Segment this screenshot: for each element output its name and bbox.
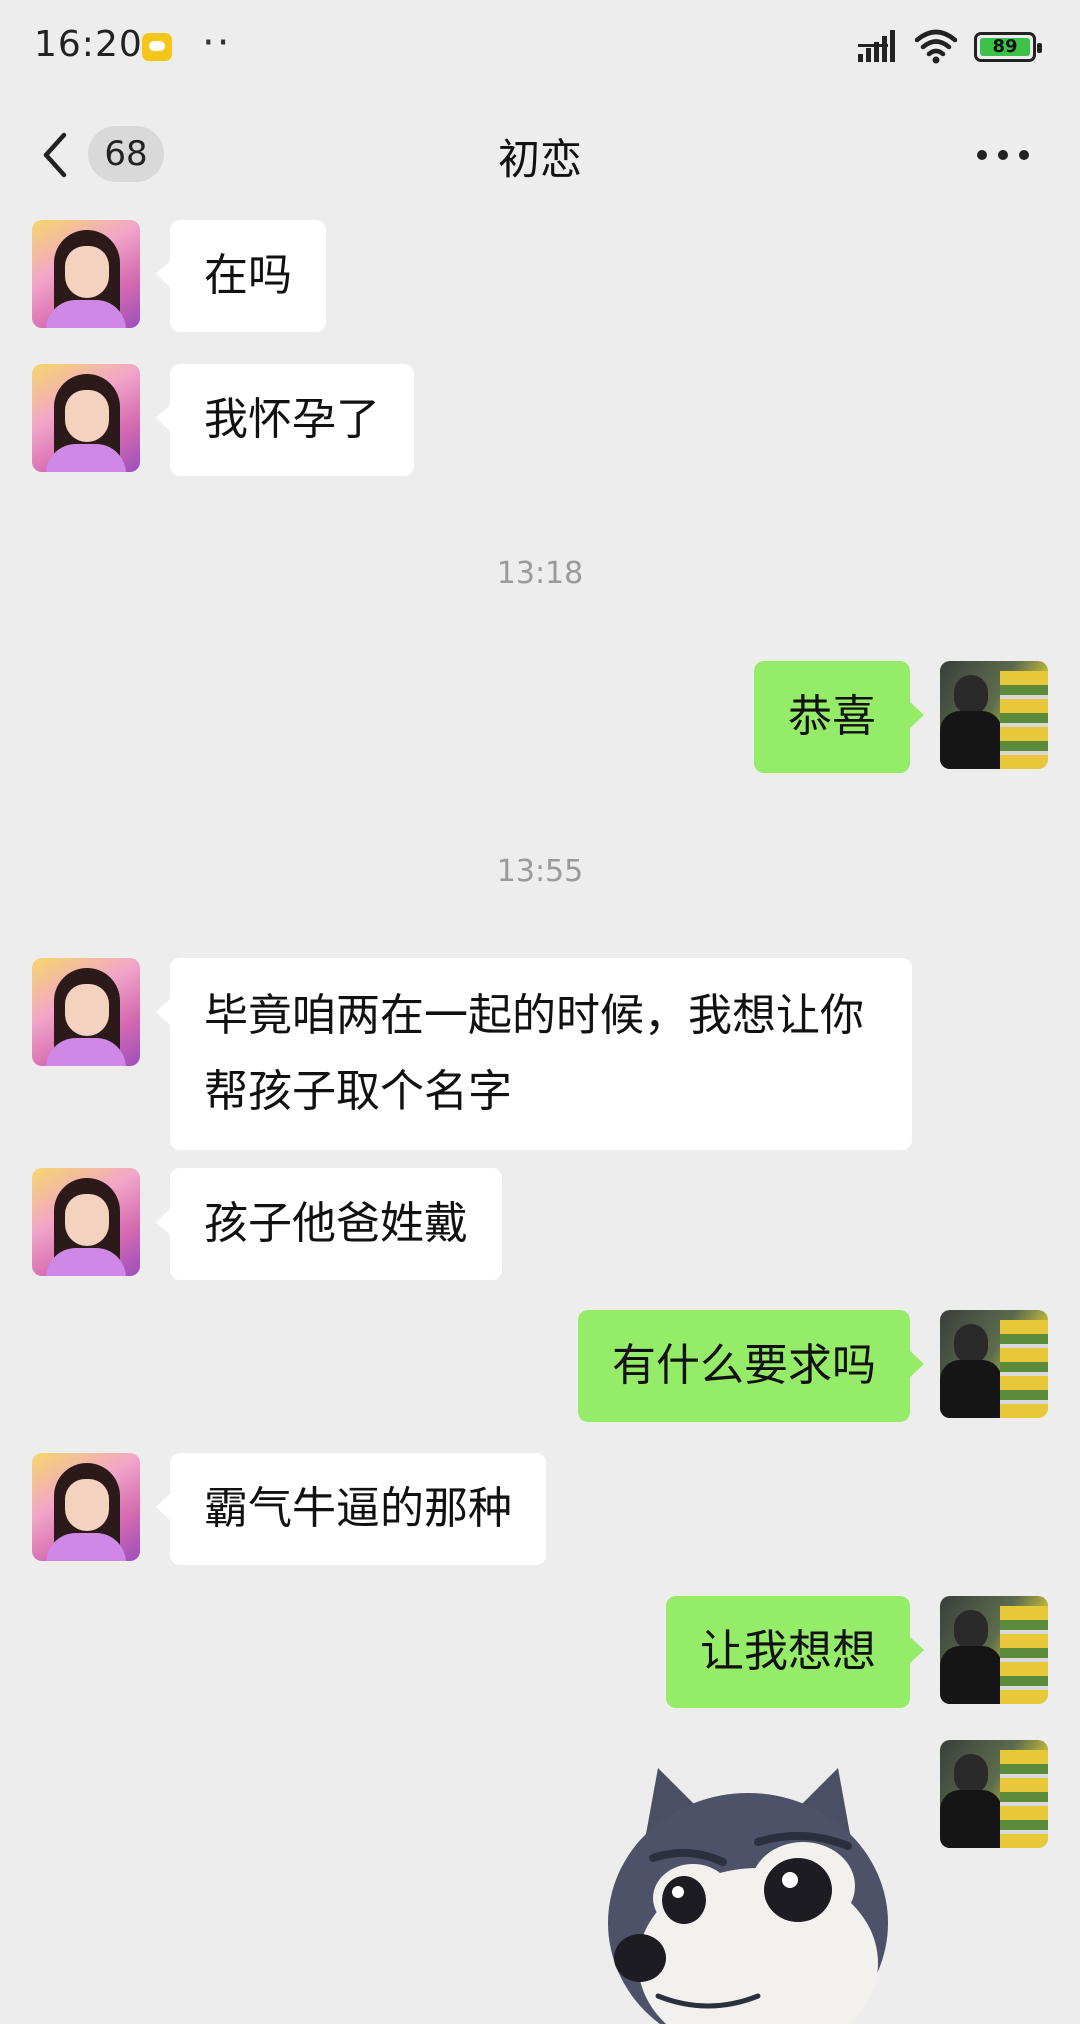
- my-avatar[interactable]: [940, 1310, 1048, 1418]
- my-avatar[interactable]: [940, 1596, 1048, 1704]
- incoming-message-bubble[interactable]: 我怀孕了: [156, 364, 414, 476]
- message-notification-icon: [142, 33, 172, 61]
- outgoing-message-bubble[interactable]: 让我想想: [666, 1596, 924, 1708]
- outgoing-message-bubble[interactable]: 恭喜: [754, 661, 924, 773]
- status-time: 16:20: [34, 24, 143, 65]
- chat-header: 68 初恋: [0, 100, 1080, 210]
- chat-screen: 16:20 ·· 89 68 初恋 在吗 我怀孕了 13:18 恭喜 13:55…: [0, 0, 1080, 2024]
- contact-avatar[interactable]: [32, 364, 140, 472]
- incoming-message-bubble[interactable]: 霸气牛逼的那种: [156, 1453, 546, 1565]
- incoming-message-bubble[interactable]: 在吗: [156, 220, 326, 332]
- chat-title: 初恋: [497, 135, 582, 184]
- chevron-left-icon: [43, 132, 67, 178]
- message-timestamp: 13:55: [496, 854, 584, 889]
- more-options-button[interactable]: [968, 130, 1038, 180]
- battery-level: 89: [992, 36, 1018, 57]
- battery-icon: 89: [974, 32, 1042, 62]
- unread-count-badge: 68: [88, 126, 164, 182]
- my-avatar[interactable]: [940, 1740, 1048, 1848]
- contact-avatar[interactable]: [32, 1453, 140, 1561]
- back-button[interactable]: 68: [40, 126, 170, 184]
- more-notifications-icon: ··: [202, 20, 232, 66]
- my-avatar[interactable]: [940, 661, 1048, 769]
- contact-avatar[interactable]: [32, 1168, 140, 1276]
- contact-avatar[interactable]: [32, 958, 140, 1066]
- message-timestamp: 13:18: [496, 556, 584, 591]
- wifi-icon: [914, 29, 958, 64]
- status-bar: 16:20 ·· 89: [0, 0, 1080, 96]
- dog-face-sticker[interactable]: [598, 1758, 898, 2024]
- contact-avatar[interactable]: [32, 220, 140, 328]
- incoming-message-bubble[interactable]: 孩子他爸姓戴: [156, 1168, 502, 1280]
- signal-icon: [858, 30, 895, 62]
- outgoing-message-bubble[interactable]: 有什么要求吗: [578, 1310, 924, 1422]
- incoming-message-bubble[interactable]: 毕竟咱两在一起的时候，我想让你帮孩子取个名字: [156, 958, 912, 1150]
